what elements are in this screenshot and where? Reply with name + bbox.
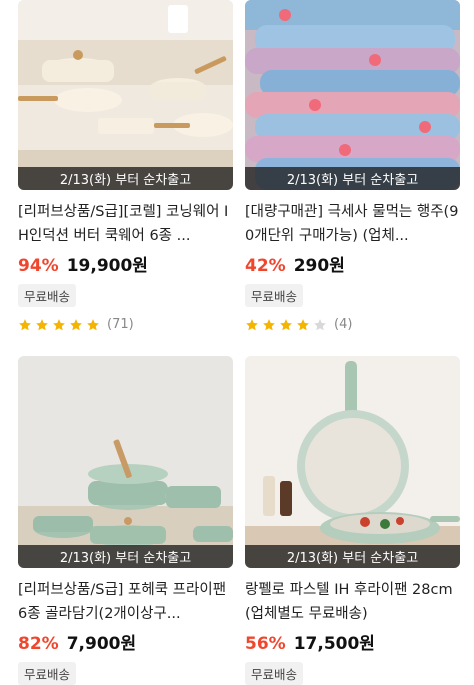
sale-price: 7,900원 bbox=[66, 634, 137, 654]
sale-price: 290원 bbox=[293, 256, 345, 276]
price-line: 82% 7,900원 bbox=[18, 629, 233, 654]
price-line: 42% 290원 bbox=[245, 251, 460, 276]
star-icon bbox=[19, 318, 31, 330]
sale-price: 19,900원 bbox=[66, 256, 148, 276]
star-icon bbox=[70, 318, 82, 330]
product-card[interactable]: 2/13(화) 부터 순차출고 랑펠로 파스텔 IH 후라이팬 28cm (업체… bbox=[245, 356, 460, 685]
discount-rate: 42% bbox=[245, 256, 286, 276]
product-image[interactable]: 2/13(화) 부터 순차출고 bbox=[18, 0, 233, 190]
product-title[interactable]: [리퍼브상품/S급][코렐] 코닝웨어 IH인덕션 버터 쿡웨어 6종 ... bbox=[18, 200, 233, 248]
review-count: (71) bbox=[107, 317, 134, 332]
star-icon bbox=[36, 318, 48, 330]
sale-price: 17,500원 bbox=[293, 634, 375, 654]
star-icon bbox=[246, 318, 258, 330]
product-image[interactable]: 2/13(화) 부터 순차출고 bbox=[245, 356, 460, 568]
shipping-date-banner: 2/13(화) 부터 순차출고 bbox=[245, 167, 460, 190]
star-icon bbox=[280, 318, 292, 330]
star-icon bbox=[297, 318, 309, 330]
pastel-pan-photo bbox=[245, 356, 460, 568]
price-line: 56% 17,500원 bbox=[245, 629, 460, 654]
dish-towels-photo bbox=[245, 0, 460, 190]
free-shipping-badge: 무료배송 bbox=[18, 662, 77, 685]
free-shipping-badge: 무료배송 bbox=[245, 284, 304, 307]
product-image[interactable]: 2/13(화) 부터 순차출고 bbox=[18, 356, 233, 568]
product-image[interactable]: 2/13(화) 부터 순차출고 bbox=[245, 0, 460, 190]
free-shipping-badge: 무료배송 bbox=[18, 284, 77, 307]
product-title[interactable]: 랑펠로 파스텔 IH 후라이팬 28cm (업체별도 무료배송) bbox=[245, 578, 460, 626]
price-line: 94% 19,900원 bbox=[18, 251, 233, 276]
star-icon bbox=[87, 318, 99, 330]
product-card[interactable]: 2/13(화) 부터 순차출고 [대량구매관] 극세사 물먹는 행주(90개단위… bbox=[245, 0, 460, 332]
cream-cookware-photo bbox=[18, 0, 233, 190]
review-count: (4) bbox=[334, 317, 353, 332]
product-card[interactable]: 2/13(화) 부터 순차출고 [리퍼브상품/S급] 포헤쿡 프라이팬 6종 골… bbox=[18, 356, 233, 685]
star-empty-icon bbox=[314, 318, 326, 330]
star-icon bbox=[53, 318, 65, 330]
shipping-date-banner: 2/13(화) 부터 순차출고 bbox=[245, 545, 460, 568]
rating: (4) bbox=[245, 317, 460, 332]
discount-rate: 56% bbox=[245, 634, 286, 654]
star-icon bbox=[263, 318, 275, 330]
product-card[interactable]: 2/13(화) 부터 순차출고 [리퍼브상품/S급][코렐] 코닝웨어 IH인덕… bbox=[18, 0, 233, 332]
discount-rate: 82% bbox=[18, 634, 59, 654]
product-title[interactable]: [리퍼브상품/S급] 포헤쿡 프라이팬 6종 골라담기(2개이상구... bbox=[18, 578, 233, 626]
shipping-date-banner: 2/13(화) 부터 순차출고 bbox=[18, 167, 233, 190]
rating: (71) bbox=[18, 317, 233, 332]
mint-cookware-photo bbox=[18, 356, 233, 568]
product-title[interactable]: [대량구매관] 극세사 물먹는 행주(90개단위 구매가능) (업체... bbox=[245, 200, 460, 248]
free-shipping-badge: 무료배송 bbox=[245, 662, 304, 685]
shipping-date-banner: 2/13(화) 부터 순차출고 bbox=[18, 545, 233, 568]
discount-rate: 94% bbox=[18, 256, 59, 276]
